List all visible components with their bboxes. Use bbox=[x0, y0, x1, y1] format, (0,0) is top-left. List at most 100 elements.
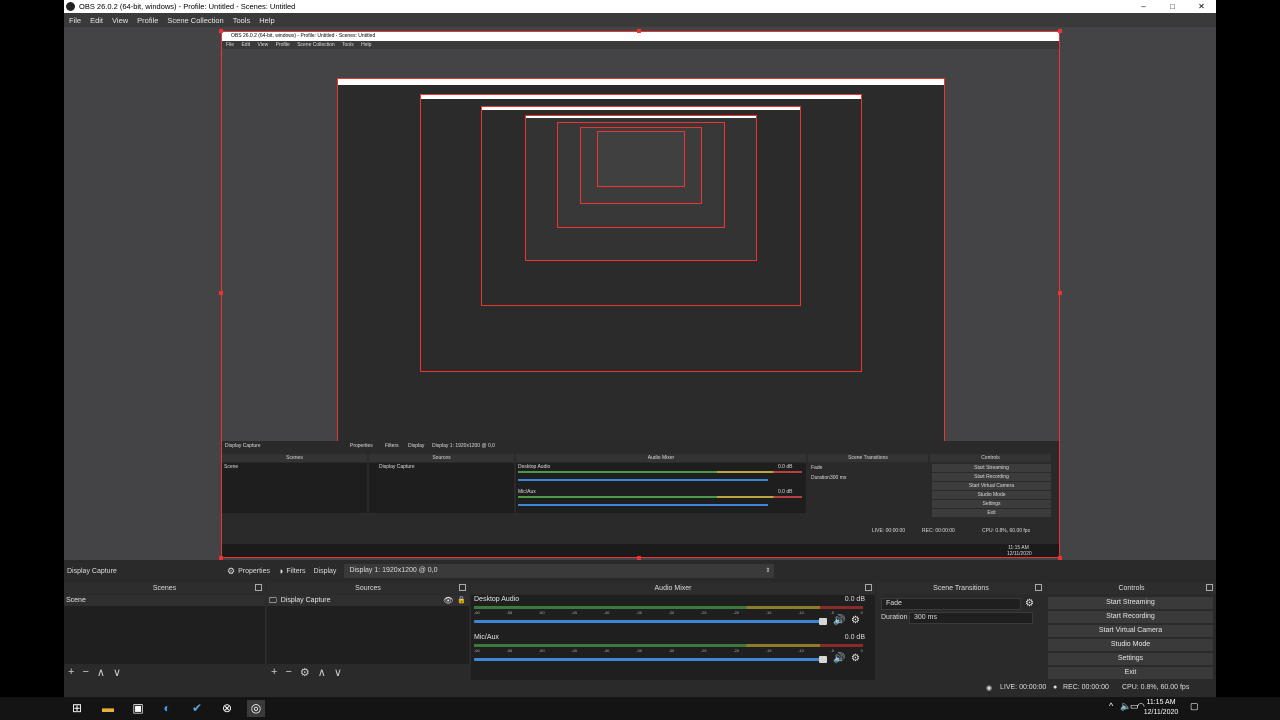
scenes-list: Scene bbox=[64, 595, 265, 664]
start-recording-button[interactable]: Start Recording bbox=[1048, 611, 1213, 623]
store-icon[interactable]: ▣ bbox=[129, 700, 147, 717]
add-scene-button[interactable]: + bbox=[68, 666, 74, 678]
resize-handle[interactable] bbox=[1058, 29, 1062, 33]
nested-titlebar bbox=[482, 107, 800, 110]
nested-capture-6 bbox=[557, 122, 725, 228]
nested-menu-item: Scene Collection bbox=[297, 42, 335, 48]
menu-help[interactable]: Help bbox=[259, 16, 274, 25]
resize-handle[interactable] bbox=[219, 29, 223, 33]
transition-select[interactable]: Fade bbox=[881, 598, 1021, 610]
studio-mode-button[interactable]: Studio Mode bbox=[1048, 639, 1213, 651]
steam-icon[interactable]: ✔ bbox=[188, 700, 206, 717]
close-button[interactable]: ✕ bbox=[1187, 0, 1216, 13]
gear-icon: ⚙ bbox=[227, 565, 236, 576]
nested-menu-item: Edit bbox=[241, 42, 251, 48]
monitor-icon: 🖵 bbox=[269, 596, 277, 605]
taskbar-clock[interactable]: 11:15 AM 12/11/2020 bbox=[1140, 698, 1182, 718]
meter-tick: -30 bbox=[668, 610, 675, 615]
nested-cpu: CPU: 0.8%, 60.00 fps bbox=[982, 528, 1031, 534]
undock-icon[interactable] bbox=[865, 584, 872, 591]
nested-controls-header: Controls bbox=[930, 454, 1051, 462]
scene-item[interactable]: Scene bbox=[64, 595, 265, 606]
mixer-header: Audio Mixer bbox=[471, 583, 875, 594]
sources-footer: + − ⚙ ∧ ∨ bbox=[267, 664, 469, 680]
letterbox-left bbox=[0, 13, 64, 697]
resize-handle[interactable] bbox=[637, 29, 641, 33]
duration-spinbox[interactable]: 300 ms bbox=[909, 612, 1033, 624]
title-bar: OBS 26.0.2 (64-bit, windows) - Profile: … bbox=[64, 0, 1216, 13]
menu-edit[interactable]: Edit bbox=[90, 16, 103, 25]
start-virtual-camera-button[interactable]: Start Virtual Camera bbox=[1048, 625, 1213, 637]
speaker-icon[interactable]: 🔊 bbox=[833, 653, 845, 664]
move-scene-down-button[interactable]: ∨ bbox=[113, 666, 121, 679]
eye-icon[interactable]: 👁 bbox=[443, 595, 453, 606]
resize-handle[interactable] bbox=[219, 291, 223, 295]
volume-slider-knob[interactable] bbox=[819, 656, 827, 663]
maximize-button[interactable]: □ bbox=[1158, 0, 1187, 13]
meter-tick: -60 bbox=[474, 648, 480, 653]
file-explorer-icon[interactable]: ▬ bbox=[99, 700, 117, 717]
live-status: LIVE: 00:00:00 bbox=[1000, 684, 1047, 691]
undock-icon[interactable] bbox=[255, 584, 262, 591]
nested-source-item: Display Capture bbox=[379, 464, 415, 470]
scenes-footer: + − ∧ ∨ bbox=[64, 664, 265, 680]
remove-source-button[interactable]: − bbox=[285, 666, 291, 678]
volume-slider[interactable] bbox=[474, 658, 824, 661]
preview-canvas[interactable]: OBS 26.0.2 (64-bit, windows) - Profile: … bbox=[64, 27, 1216, 560]
track-name: Mic/Aux bbox=[474, 634, 499, 641]
notification-icon[interactable]: ▢ bbox=[1190, 701, 1199, 712]
nested-scene-item: Scene bbox=[224, 464, 239, 470]
obs-taskbar-icon[interactable]: ◎ bbox=[247, 700, 265, 717]
resize-handle[interactable] bbox=[1058, 291, 1062, 295]
start-streaming-button[interactable]: Start Streaming bbox=[1048, 597, 1213, 609]
nested-capture-5 bbox=[525, 115, 757, 261]
move-source-up-button[interactable]: ∧ bbox=[318, 666, 326, 679]
add-source-button[interactable]: + bbox=[271, 666, 277, 678]
source-properties-button[interactable]: ⚙ bbox=[300, 666, 310, 679]
chevron-up-icon[interactable]: ^ bbox=[1109, 701, 1113, 711]
controls-header: Controls bbox=[1047, 583, 1216, 594]
move-source-down-button[interactable]: ∨ bbox=[334, 666, 342, 679]
nested-duration: Duration bbox=[811, 475, 830, 481]
gear-icon[interactable]: ⚙ bbox=[1025, 598, 1034, 609]
gear-icon[interactable]: ⚙ bbox=[851, 653, 860, 664]
clock-date: 12/11/2020 bbox=[1143, 709, 1179, 716]
gear-icon[interactable]: ⚙ bbox=[851, 615, 860, 626]
menu-scene-collection[interactable]: Scene Collection bbox=[167, 16, 223, 25]
menu-view[interactable]: View bbox=[112, 16, 128, 25]
source-toolbar: Display Capture ⚙ Properties ◑ Filters D… bbox=[64, 560, 1216, 582]
duration-value: 300 ms bbox=[914, 614, 937, 621]
properties-button[interactable]: ⚙ Properties bbox=[227, 566, 270, 577]
lock-icon[interactable]: 🔒 bbox=[457, 595, 466, 606]
undock-icon[interactable] bbox=[459, 584, 466, 591]
meter-tick: -50 bbox=[538, 610, 545, 615]
xbox-icon[interactable]: ⊗ bbox=[218, 700, 236, 717]
settings-button[interactable]: Settings bbox=[1048, 653, 1213, 665]
menu-file[interactable]: File bbox=[69, 16, 81, 25]
minimize-button[interactable]: – bbox=[1129, 0, 1158, 13]
nested-filters: Filters bbox=[385, 443, 399, 449]
move-scene-up-button[interactable]: ∧ bbox=[97, 666, 105, 679]
menu-tools[interactable]: Tools bbox=[233, 16, 251, 25]
nested-transitions-header: Scene Transitions bbox=[808, 454, 928, 462]
menu-profile[interactable]: Profile bbox=[137, 16, 158, 25]
filters-button[interactable]: ◑ Filters bbox=[278, 566, 306, 576]
captured-display[interactable]: OBS 26.0.2 (64-bit, windows) - Profile: … bbox=[219, 29, 1062, 560]
nested-menu-item: Profile bbox=[275, 42, 290, 48]
windows-start-icon[interactable]: ⊞ bbox=[68, 700, 86, 717]
volume-slider-knob[interactable] bbox=[819, 618, 827, 625]
mixer-title: Audio Mixer bbox=[654, 585, 692, 592]
source-item[interactable]: 🖵 Display Capture 👁 🔒 bbox=[267, 595, 469, 606]
undock-icon[interactable] bbox=[1035, 584, 1042, 591]
sources-list: 🖵 Display Capture 👁 🔒 bbox=[267, 595, 469, 664]
remove-scene-button[interactable]: − bbox=[82, 666, 88, 678]
display-select[interactable]: Display 1: 1920x1200 @ 0,0 ⇕ bbox=[344, 564, 775, 578]
edge-icon[interactable]: ◐ bbox=[158, 700, 176, 717]
mixer-track-desktop: Desktop Audio 0.0 dB -60 -55 -50 -45 -40… bbox=[471, 595, 875, 633]
chevron-updown-icon: ⇕ bbox=[765, 568, 771, 574]
speaker-icon[interactable]: 🔊 bbox=[833, 615, 845, 626]
undock-icon[interactable] bbox=[1206, 584, 1213, 591]
exit-button[interactable]: Exit bbox=[1048, 667, 1213, 679]
volume-slider[interactable] bbox=[474, 620, 824, 623]
meter-tick: -45 bbox=[571, 648, 577, 653]
